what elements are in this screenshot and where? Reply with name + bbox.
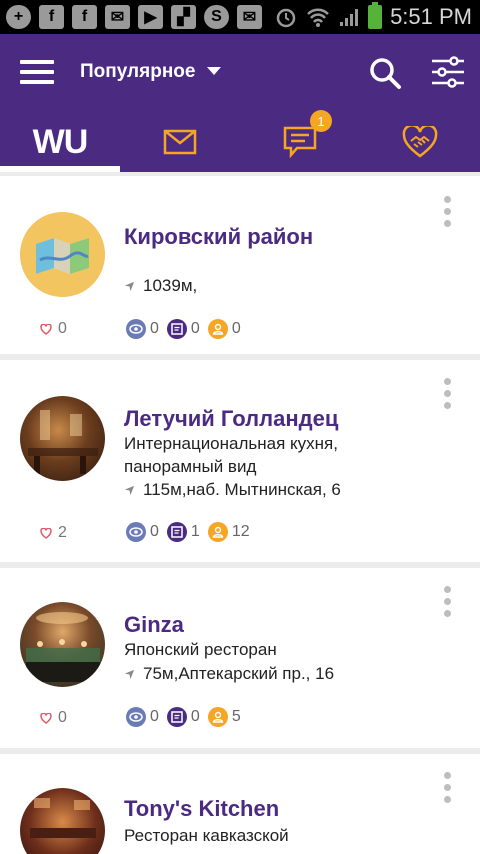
tab-chats[interactable] — [240, 112, 360, 172]
place-stats: 0 0 0 — [126, 319, 245, 339]
restaurant-photo — [26, 612, 100, 682]
heart-icon — [40, 712, 52, 724]
map-icon — [20, 212, 105, 297]
heart-icon — [40, 527, 52, 539]
location-arrow-icon — [124, 485, 135, 495]
avatar — [20, 788, 105, 854]
more-options-icon[interactable] — [444, 378, 452, 414]
eye-icon — [126, 319, 146, 339]
distance-text: 115м,наб. Мытнинская, 6 — [143, 480, 341, 499]
facebook-icon: f — [72, 5, 97, 29]
chat-icon — [283, 126, 317, 158]
skype-icon: S — [204, 5, 229, 29]
more-options-icon[interactable] — [444, 586, 452, 622]
more-options-icon[interactable] — [444, 196, 452, 232]
place-address: 1039м, — [124, 276, 197, 296]
alarm-icon — [276, 8, 296, 28]
clock: 5:51 PM — [390, 4, 472, 29]
filter-icon[interactable] — [430, 56, 466, 88]
likes-counter[interactable]: 2 — [40, 524, 67, 542]
more-options-icon[interactable] — [444, 772, 452, 808]
app-bar: Популярное WU 1 — [0, 34, 480, 172]
category-dropdown[interactable]: Популярное — [80, 61, 195, 83]
place-address: 75м,Аптекарский пр., 16 — [124, 664, 334, 684]
place-name: Летучий Голландец — [124, 406, 339, 431]
avatar — [20, 602, 105, 687]
place-address: 115м,наб. Мытнинская, 6 — [124, 480, 341, 500]
person-icon — [207, 319, 228, 339]
place-stats: 0 0 5 — [126, 707, 245, 727]
heart-icon — [40, 323, 52, 335]
eye-icon — [126, 707, 146, 727]
place-stats: 0 1 12 — [126, 522, 254, 542]
tab-messages[interactable] — [120, 112, 240, 172]
distance-text: 1039м, — [143, 276, 198, 295]
chevron-down-icon[interactable] — [207, 67, 221, 75]
avatar — [20, 396, 105, 481]
list-item[interactable]: Кировский район 1039м, 0 0 0 0 — [0, 176, 480, 354]
place-name: Ginza — [124, 612, 184, 637]
list-item[interactable]: Летучий Голландец Интернациональная кухн… — [0, 360, 480, 562]
comment-icon — [166, 522, 187, 542]
menu-icon[interactable] — [20, 60, 54, 84]
tab-home[interactable]: WU — [0, 112, 120, 172]
likes-counter[interactable]: 0 — [40, 320, 67, 338]
likes-counter[interactable]: 0 — [40, 709, 67, 727]
person-icon — [207, 707, 228, 727]
battery-icon — [368, 2, 383, 29]
restaurant-photo — [28, 410, 98, 474]
location-arrow-icon — [124, 669, 135, 679]
comment-icon — [166, 319, 187, 339]
search-icon[interactable] — [368, 56, 402, 90]
app-icon: ▞ — [171, 5, 196, 29]
distance-text: 75м,Аптекарский пр., 16 — [143, 664, 335, 683]
mail-icon: ✉ — [105, 5, 130, 29]
signal-icon — [340, 9, 359, 26]
chat-badge: 1 — [310, 110, 332, 132]
comment-icon — [166, 707, 187, 727]
notification-icons: + f f ✉ ▶ ▞ S ✉ — [6, 5, 262, 29]
place-description: Интернациональная кухня, панорамный вид — [124, 434, 338, 476]
heart-handshake-icon — [402, 126, 438, 158]
tab-favorites[interactable] — [360, 112, 480, 172]
youtube-icon: ▶ — [138, 5, 163, 29]
place-name: Кировский район — [124, 224, 314, 249]
place-description: Японский ресторан — [124, 640, 277, 659]
place-description: Ресторан кавказской — [124, 826, 289, 845]
restaurant-photo — [30, 798, 96, 838]
location-arrow-icon — [124, 281, 135, 291]
list-item[interactable]: Ginza Японский ресторан 75м,Аптекарский … — [0, 568, 480, 748]
wifi-icon — [307, 8, 329, 27]
mail-icon: ✉ — [237, 5, 262, 29]
person-icon — [207, 522, 228, 542]
facebook-icon: f — [39, 5, 64, 29]
logo: WU — [32, 122, 89, 161]
mail-icon — [163, 129, 197, 155]
tab-bar: WU — [0, 112, 480, 172]
place-name: Tony's Kitchen — [124, 796, 280, 821]
plus-icon: + — [6, 5, 31, 29]
list-item[interactable]: Tony's Kitchen Ресторан кавказской — [0, 754, 480, 854]
avatar — [20, 212, 105, 297]
eye-icon — [126, 522, 146, 542]
status-bar: + f f ✉ ▶ ▞ S ✉ 5:51 PM — [0, 0, 480, 34]
